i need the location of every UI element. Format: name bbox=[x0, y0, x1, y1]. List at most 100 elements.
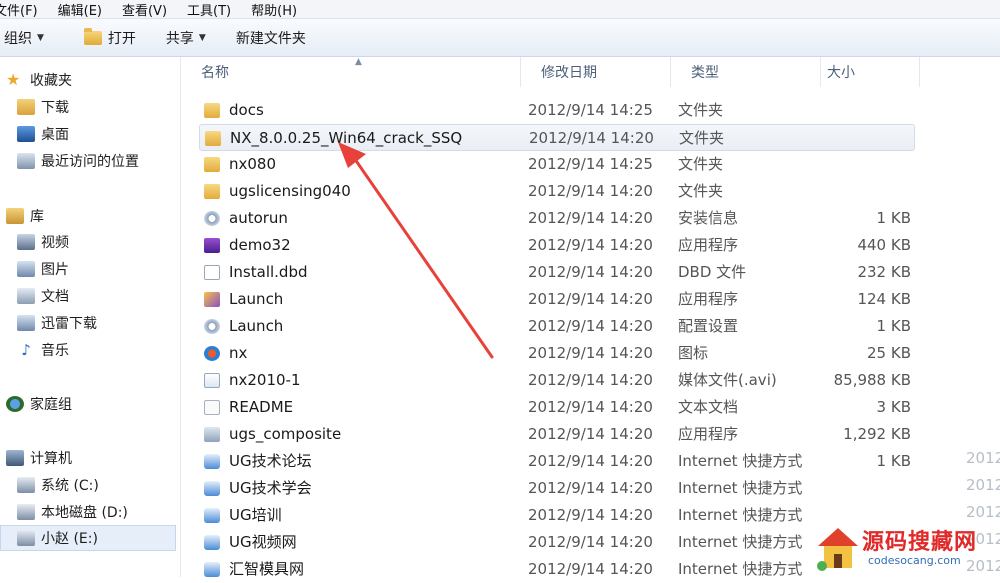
file-row[interactable]: NX_8.0.0.25_Win64_crack_SSQ 2012/9/14 14:… bbox=[199, 124, 915, 151]
chevron-down-icon: ▼ bbox=[198, 32, 206, 43]
menu-help[interactable]: 帮助(H) bbox=[251, 0, 297, 19]
sidebar-label: 视频 bbox=[41, 235, 69, 251]
file-type: 应用程序 bbox=[678, 425, 739, 443]
sidebar-label: 本地磁盘 (D:) bbox=[41, 505, 128, 521]
organize-button[interactable]: 组织 ▼ bbox=[4, 28, 44, 48]
file-name: 汇智模具网 bbox=[229, 560, 305, 578]
sidebar-label: 系统 (C:) bbox=[41, 478, 99, 494]
file-row[interactable]: README 2012/9/14 14:20 文本文档 3 KB bbox=[199, 394, 915, 421]
sidebar-item-thunder-downloads[interactable]: 迅雷下载 bbox=[17, 313, 97, 333]
sidebar-computer[interactable]: 计算机 bbox=[6, 448, 72, 468]
sidebar-item-drive-e[interactable]: 小赵 (E:) bbox=[0, 525, 176, 551]
file-size: 25 KB bbox=[867, 344, 911, 362]
music-library-icon: ♪ bbox=[21, 341, 31, 359]
sidebar-item-drive-c[interactable]: 系统 (C:) bbox=[17, 475, 99, 495]
column-header-date[interactable]: 修改日期 bbox=[521, 57, 671, 87]
homegroup-icon bbox=[6, 396, 24, 412]
file-size: 232 KB bbox=[857, 263, 911, 281]
column-label: 类型 bbox=[691, 65, 719, 81]
file-type: Internet 快捷方式 bbox=[678, 533, 803, 551]
launch-app-icon bbox=[204, 292, 220, 307]
sidebar-label: 收藏夹 bbox=[30, 73, 72, 89]
sidebar-label: 桌面 bbox=[41, 127, 69, 143]
new-folder-button[interactable]: 新建文件夹 bbox=[236, 28, 306, 48]
file-row[interactable]: ugslicensing040 2012/9/14 14:20 文件夹 bbox=[199, 178, 915, 205]
file-row[interactable]: ugs_composite 2012/9/14 14:20 应用程序 1,292 KB bbox=[199, 421, 915, 448]
file-row[interactable]: nx080 2012/9/14 14:25 文件夹 bbox=[199, 151, 915, 178]
menu-tools[interactable]: 工具(T) bbox=[187, 0, 231, 19]
sidebar-favorites[interactable]: ★ 收藏夹 bbox=[6, 70, 72, 90]
file-name: ugslicensing040 bbox=[229, 182, 351, 200]
file-name: Install.dbd bbox=[229, 263, 308, 281]
downloads-folder-icon bbox=[17, 99, 35, 115]
sidebar-item-recent-places[interactable]: 最近访问的位置 bbox=[17, 151, 139, 171]
file-row[interactable]: Install.dbd 2012/9/14 14:20 DBD 文件 232 KB bbox=[199, 259, 915, 286]
menu-edit[interactable]: 编辑(E) bbox=[58, 0, 102, 19]
column-label: 名称 bbox=[201, 65, 229, 81]
sidebar-label: 迅雷下载 bbox=[41, 316, 97, 332]
file-row[interactable]: UG技术论坛 2012/9/14 14:20 Internet 快捷方式 1 KB bbox=[199, 448, 915, 475]
file-date: 2012/9/14 14:20 bbox=[528, 209, 653, 227]
file-type: 应用程序 bbox=[678, 236, 739, 254]
menu-view[interactable]: 查看(V) bbox=[122, 0, 167, 19]
file-size: 1 KB bbox=[876, 317, 911, 335]
file-row[interactable]: demo32 2012/9/14 14:20 应用程序 440 KB bbox=[199, 232, 915, 259]
command-bar: 组织 ▼ 打开 共享 ▼ 新建文件夹 bbox=[0, 19, 1000, 57]
file-row[interactable]: docs 2012/9/14 14:25 文件夹 bbox=[199, 97, 915, 124]
share-button[interactable]: 共享 ▼ bbox=[166, 28, 206, 48]
sidebar-item-drive-d[interactable]: 本地磁盘 (D:) bbox=[17, 502, 128, 522]
star-icon: ★ bbox=[6, 70, 21, 89]
sidebar-item-desktop[interactable]: 桌面 bbox=[17, 124, 69, 144]
sidebar-label: 库 bbox=[30, 209, 44, 225]
file-name: Launch bbox=[229, 317, 284, 335]
computer-icon bbox=[6, 450, 24, 466]
column-header-type[interactable]: 类型 bbox=[671, 57, 821, 87]
file-size: 440 KB bbox=[857, 236, 911, 254]
file-date: 2012/9/14 14:20 bbox=[528, 236, 653, 254]
documents-library-icon bbox=[17, 288, 35, 304]
file-row[interactable]: Launch 2012/9/14 14:20 配置设置 1 KB bbox=[199, 313, 915, 340]
sidebar-label: 计算机 bbox=[30, 451, 72, 467]
file-size: 85,988 KB bbox=[833, 371, 911, 389]
sidebar-label: 小赵 (E:) bbox=[41, 531, 98, 547]
open-button[interactable]: 打开 bbox=[83, 27, 136, 48]
menu-file[interactable]: 文件(F) bbox=[0, 0, 38, 19]
internet-shortcut-icon bbox=[204, 508, 220, 523]
sidebar-item-videos[interactable]: 视频 bbox=[17, 232, 69, 252]
column-header-name[interactable]: 名称 bbox=[181, 57, 521, 87]
file-date: 2012/9/14 14:20 bbox=[528, 344, 653, 362]
sidebar-label: 文档 bbox=[41, 289, 69, 305]
file-row[interactable]: autorun 2012/9/14 14:20 安装信息 1 KB bbox=[199, 205, 915, 232]
system-drive-icon bbox=[17, 477, 35, 493]
sidebar-item-music[interactable]: ♪ 音乐 bbox=[17, 340, 69, 360]
column-label: 修改日期 bbox=[541, 65, 597, 81]
sidebar-item-downloads[interactable]: 下载 bbox=[17, 97, 69, 117]
internet-shortcut-icon bbox=[204, 562, 220, 577]
ghost-column-text: 2012 bbox=[966, 449, 1000, 467]
watermark-logo: 源码搜藏网 codesocang.com bbox=[808, 518, 1000, 577]
internet-shortcut-icon bbox=[204, 535, 220, 550]
sidebar-libraries[interactable]: 库 bbox=[6, 206, 44, 226]
sidebar-item-pictures[interactable]: 图片 bbox=[17, 259, 69, 279]
nx-icon bbox=[204, 346, 220, 361]
file-size: 3 KB bbox=[876, 398, 911, 416]
sidebar-label: 家庭组 bbox=[30, 397, 72, 413]
file-list: 名称 ▲ 修改日期 类型 大小 docs 2012/9/14 14:25 文件夹 NX… bbox=[181, 57, 1000, 578]
column-header-size[interactable]: 大小 bbox=[821, 57, 920, 87]
file-name: Launch bbox=[229, 290, 284, 308]
file-row[interactable]: nx 2012/9/14 14:20 图标 25 KB bbox=[199, 340, 915, 367]
file-type: 配置设置 bbox=[678, 317, 739, 335]
file-size: 1 KB bbox=[876, 209, 911, 227]
file-row[interactable]: UG技术学会 2012/9/14 14:20 Internet 快捷方式 bbox=[199, 475, 915, 502]
file-row[interactable]: nx2010-1 2012/9/14 14:20 媒体文件(.avi) 85,988 … bbox=[199, 367, 915, 394]
file-size: 1,292 KB bbox=[843, 425, 911, 443]
watermark-url: codesocang.com bbox=[868, 554, 961, 567]
disk-drive-icon bbox=[17, 530, 35, 546]
sidebar-item-documents[interactable]: 文档 bbox=[17, 286, 69, 306]
file-name: docs bbox=[229, 101, 264, 119]
sidebar-homegroup[interactable]: 家庭组 bbox=[6, 394, 72, 414]
house-logo-icon bbox=[817, 528, 858, 571]
file-row[interactable]: Launch 2012/9/14 14:20 应用程序 124 KB bbox=[199, 286, 915, 313]
file-type: Internet 快捷方式 bbox=[678, 560, 803, 578]
folder-icon bbox=[205, 131, 221, 146]
